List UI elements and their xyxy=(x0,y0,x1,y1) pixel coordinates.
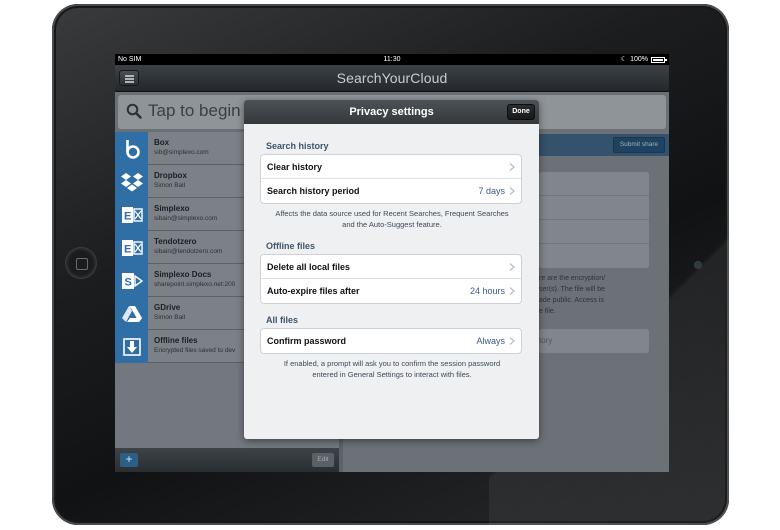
chevron-right-icon xyxy=(509,263,515,271)
search-history-note: Affects the data source used for Recent … xyxy=(272,208,512,230)
box-icon xyxy=(115,132,148,165)
detail-field[interactable] xyxy=(539,172,649,196)
edit-button[interactable]: Edit xyxy=(312,453,334,467)
section-label-search-history: Search history xyxy=(266,141,329,151)
gdrive-icon xyxy=(115,297,148,330)
dialog-title: Privacy settings xyxy=(244,100,539,124)
nav-bar: SearchYourCloud xyxy=(115,65,669,92)
source-name: GDrive xyxy=(154,303,180,312)
row-label: Search history period xyxy=(267,179,360,203)
source-account: Simon Bail xyxy=(154,182,185,189)
source-name: Box xyxy=(154,138,169,147)
source-name: Simplexo xyxy=(154,204,190,213)
dropbox-icon xyxy=(115,165,148,198)
search-icon xyxy=(126,103,142,119)
battery-percent: 100% xyxy=(630,54,648,65)
submit-share-button[interactable]: Submit share xyxy=(613,137,665,153)
status-right: ☾ 100% xyxy=(621,54,665,65)
detail-input[interactable]: tory xyxy=(539,329,649,353)
done-button[interactable]: Done xyxy=(507,104,535,120)
delete-local-files-row[interactable]: Delete all local files xyxy=(261,255,521,279)
status-bar: No SIM 11:30 ☾ 100% xyxy=(115,54,669,65)
source-name: Tendotzero xyxy=(154,237,197,246)
svg-text:E: E xyxy=(124,243,131,255)
row-label: Delete all local files xyxy=(267,255,350,279)
search-placeholder: Tap to begin xyxy=(148,101,241,121)
moon-icon: ☾ xyxy=(621,54,627,65)
detail-text-line: e file. xyxy=(539,306,649,317)
detail-text-line: re are the encryption/ xyxy=(539,273,649,284)
search-history-period-row[interactable]: Search history period 7 days xyxy=(261,179,521,203)
source-account: sibain@tendotzero.com xyxy=(154,248,222,255)
home-button[interactable] xyxy=(66,248,96,278)
source-account: sib@simplexo.com xyxy=(154,149,209,156)
app-title: SearchYourCloud xyxy=(115,65,669,92)
confirm-password-row[interactable]: Confirm password Always xyxy=(261,329,521,353)
all-files-group: Confirm password Always xyxy=(260,328,522,354)
status-time: 11:30 xyxy=(115,54,669,65)
chevron-right-icon xyxy=(509,337,515,345)
source-name: Simplexo Docs xyxy=(154,270,211,279)
row-label: Auto-expire files after xyxy=(267,279,360,303)
detail-fields xyxy=(539,172,649,268)
row-label: Clear history xyxy=(267,155,322,179)
detail-field[interactable] xyxy=(539,196,649,220)
row-value: 7 days xyxy=(478,179,505,203)
offline-files-group: Delete all local files Auto-expire files… xyxy=(260,254,522,304)
svg-text:S: S xyxy=(124,276,131,288)
confirm-password-note: If enabled, a prompt will ask you to con… xyxy=(272,358,512,380)
source-toolbar: + Edit xyxy=(115,448,339,472)
source-account: sibain@simplexo.com xyxy=(154,215,217,222)
source-account: Simon Bail xyxy=(154,314,185,321)
clear-history-row[interactable]: Clear history xyxy=(261,155,521,179)
source-account: sharepoint.simplexo.net:200 xyxy=(154,281,235,288)
row-label: Confirm password xyxy=(267,329,346,353)
svg-text:E: E xyxy=(124,210,131,222)
detail-field[interactable] xyxy=(539,244,649,268)
exchange-icon: E xyxy=(115,231,148,264)
source-name: Dropbox xyxy=(154,171,187,180)
detail-text-line: ser(s). The file will be xyxy=(539,284,649,295)
chevron-right-icon xyxy=(509,287,515,295)
dialog-header: Privacy settings Done xyxy=(244,100,539,124)
chevron-right-icon xyxy=(509,163,515,171)
row-value: Always xyxy=(476,329,505,353)
detail-description: re are the encryption/ ser(s). The file … xyxy=(539,273,649,317)
row-value: 24 hours xyxy=(470,279,505,303)
camera-icon xyxy=(695,262,701,268)
source-name: Offline files xyxy=(154,336,198,345)
add-source-button[interactable]: + xyxy=(120,453,138,467)
sharepoint-icon: S xyxy=(115,264,148,297)
auto-expire-row[interactable]: Auto-expire files after 24 hours xyxy=(261,279,521,303)
search-history-group: Clear history Search history period 7 da… xyxy=(260,154,522,204)
section-label-offline-files: Offline files xyxy=(266,241,315,251)
section-label-all-files: All files xyxy=(266,315,298,325)
download-icon xyxy=(115,330,148,363)
detail-field[interactable] xyxy=(539,220,649,244)
source-account: Encrypted files saved to dev xyxy=(154,347,235,354)
detail-text-line: ade public. Access is xyxy=(539,295,649,306)
exchange-icon: E xyxy=(115,198,148,231)
battery-icon xyxy=(651,57,665,63)
privacy-settings-dialog: Privacy settings Done Search history Cle… xyxy=(244,100,539,439)
chevron-right-icon xyxy=(509,187,515,195)
